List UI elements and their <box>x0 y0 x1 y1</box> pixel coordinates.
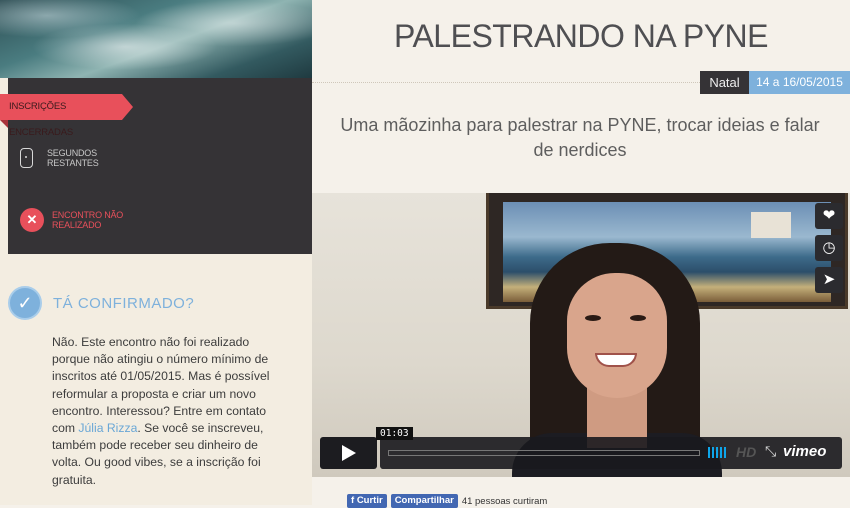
header-ocean-image <box>0 0 312 78</box>
video-player[interactable]: ❤ ◷ ➤ 01:03 HD ⤡ vimeo <box>312 193 850 477</box>
vimeo-logo[interactable]: vimeo <box>783 443 826 460</box>
watch-later-clock-icon[interactable]: ◷ <box>815 235 843 261</box>
ribbon-fold <box>0 120 8 128</box>
organizer-link[interactable]: Júlia Rizza <box>78 421 137 435</box>
confirmed-title: Tá confirmado? <box>53 294 195 312</box>
volume-icon[interactable] <box>708 447 726 458</box>
close-circle-icon: ✕ <box>20 208 44 232</box>
video-controls: 01:03 HD ⤡ vimeo <box>320 427 842 469</box>
fullscreen-icon[interactable]: ⤡ <box>765 443 776 460</box>
date-tag: 14 a 16/05/2015 <box>749 71 850 94</box>
facebook-social-row: f Curtir Compartilhar 41 pessoas curtira… <box>347 494 547 508</box>
confirmed-description: Não. Este encontro não foi realizado por… <box>52 334 277 489</box>
page-title: PALESTRANDO NA PYNE <box>393 18 769 54</box>
facebook-like-button[interactable]: f Curtir <box>347 494 387 508</box>
share-paper-plane-icon[interactable]: ➤ <box>815 267 843 293</box>
check-circle-icon: ✓ <box>8 286 42 320</box>
meeting-status-row: ✕ Encontro não realizado <box>20 208 127 232</box>
meeting-status-label: Encontro não realizado <box>52 210 124 230</box>
countdown-label: Segundos restantes <box>47 148 99 168</box>
sidebar: Inscrições encerradas Segundos restantes… <box>0 0 312 505</box>
hd-toggle[interactable]: HD <box>736 444 756 460</box>
video-progress-bar[interactable] <box>388 450 700 456</box>
confirmed-heading: ✓ Tá confirmado? <box>8 286 194 320</box>
registration-closed-ribbon: Inscrições encerradas <box>0 94 133 138</box>
city-tag: Natal <box>700 71 749 94</box>
countdown-row: Segundos restantes <box>20 148 117 168</box>
like-heart-icon[interactable]: ❤ <box>815 203 843 229</box>
page-subtitle: Uma mãozinha para palestrar na PYNE, tro… <box>340 115 820 160</box>
play-button[interactable] <box>320 437 377 469</box>
confirmed-text-part1: Não. Este encontro não foi realizado por… <box>52 335 270 436</box>
facebook-share-button[interactable]: Compartilhar <box>390 494 458 508</box>
timer-icon <box>20 148 33 168</box>
video-timecode: 01:03 <box>376 427 413 440</box>
